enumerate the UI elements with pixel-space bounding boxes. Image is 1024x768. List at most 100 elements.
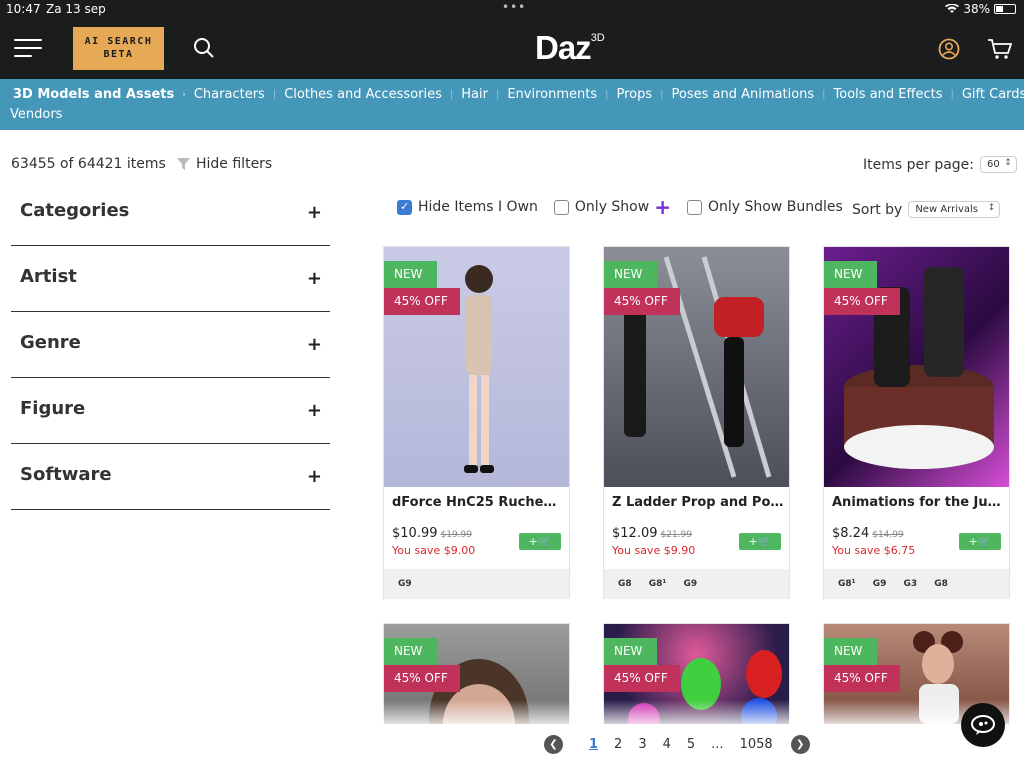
product-image[interactable]: NEW 45% OFF (384, 247, 569, 487)
page-number[interactable]: 5 (687, 737, 695, 752)
nav-item-poses-and-animations[interactable]: Poses and Animations (672, 87, 815, 102)
new-badge: NEW (604, 638, 657, 665)
hide-items-own-checkbox[interactable] (397, 199, 412, 215)
ai-search-beta: BETA (103, 49, 134, 60)
filter-title: Software (20, 464, 112, 485)
hide-filters-label: Hide filters (196, 156, 273, 172)
nav-item-props[interactable]: Props (616, 87, 652, 102)
page-number[interactable]: 3 (638, 737, 646, 752)
menu-icon[interactable] (14, 39, 42, 57)
nav-item-gift-cards[interactable]: Gift Cards (962, 87, 1024, 102)
discount-badge: 45% OFF (384, 288, 460, 315)
wifi-icon (945, 4, 960, 13)
new-badge: NEW (604, 261, 657, 288)
add-to-cart-button[interactable]: +🛒 (519, 533, 561, 550)
filter-title: Categories (20, 200, 130, 221)
filter-title: Figure (20, 398, 86, 419)
filter-title: Artist (20, 266, 77, 287)
only-show-bundles-option[interactable]: Only Show Bundles (686, 199, 843, 215)
chat-icon (971, 715, 995, 735)
filter-categories[interactable]: Categories + (11, 180, 330, 246)
product-card[interactable]: NEW 45% OFF Animations for the Jump... $… (823, 246, 1010, 599)
nav-divider: | (449, 89, 454, 100)
product-name[interactable]: Animations for the Jump... (832, 495, 1004, 510)
nav-item-characters[interactable]: Characters (194, 87, 265, 102)
nav-divider: | (822, 89, 826, 100)
battery-icon (994, 4, 1016, 14)
nav-item-3d-models-and-assets[interactable]: 3D Models and Assets (13, 87, 174, 102)
status-date: Za 13 sep (46, 2, 106, 16)
filter-icon (177, 158, 190, 170)
nav-divider: | (605, 89, 609, 100)
compatibility-tags: G8 G8¹ G9 (604, 569, 789, 599)
account-icon[interactable] (938, 38, 960, 60)
new-badge: NEW (824, 638, 877, 665)
page-number[interactable]: 2 (614, 737, 622, 752)
items-per-page-select[interactable]: 60 (980, 156, 1017, 173)
product-image[interactable]: NEW 45% OFF (604, 247, 789, 487)
nav-divider: | (950, 89, 954, 100)
search-icon[interactable] (193, 37, 215, 59)
compatibility-tags: G8¹ G9 G3 G8 (824, 569, 1009, 599)
filter-genre[interactable]: Genre + (11, 312, 330, 378)
daz3d-logo[interactable]: Daz3D (535, 29, 605, 67)
nav-divider: | (495, 89, 500, 100)
discount-badge: 45% OFF (604, 665, 680, 692)
expand-icon[interactable]: + (307, 466, 322, 487)
only-show-label: Only Show (574, 199, 650, 215)
breadcrumb-separator: › (182, 89, 186, 100)
only-show-plus-checkbox[interactable] (553, 199, 569, 215)
expand-icon[interactable]: + (307, 334, 322, 355)
sort-by-label: Sort by (852, 201, 903, 218)
compatibility-tags: G9 (384, 569, 569, 599)
hide-items-own-option[interactable]: Hide Items I Own (397, 199, 538, 215)
product-name[interactable]: dForce HnC25 Ruched P... (392, 495, 564, 510)
expand-icon[interactable]: + (307, 268, 322, 289)
page-number[interactable]: 1058 (740, 737, 773, 752)
items-per-page: Items per page: 60 (863, 156, 1017, 173)
discount-badge: 45% OFF (824, 665, 900, 692)
product-image[interactable]: NEW 45% OFF (824, 247, 1009, 487)
original-price: $19.99 (440, 530, 473, 540)
sort-by-select[interactable]: New Arrivals (908, 201, 1001, 218)
result-count: 63455 of 64421 items (11, 156, 166, 172)
cart-icon[interactable] (987, 38, 1013, 60)
filter-artist[interactable]: Artist + (11, 246, 330, 312)
original-price: $14.99 (872, 530, 904, 540)
new-badge: NEW (384, 638, 437, 665)
hide-filters-button[interactable]: Hide filters (177, 156, 272, 172)
product-card[interactable]: NEW 45% OFF dForce HnC25 Ruched P... $10… (383, 246, 570, 599)
add-to-cart-button[interactable]: +🛒 (959, 533, 1001, 550)
filter-software[interactable]: Software + (11, 444, 330, 510)
original-price: $21.99 (660, 530, 693, 540)
sort-by: Sort by New Arrivals (852, 201, 1001, 218)
filter-title: Genre (20, 332, 81, 353)
chat-support-button[interactable] (961, 703, 1005, 747)
nav-item-tools-and-effects[interactable]: Tools and Effects (834, 87, 943, 102)
page-number[interactable]: 4 (663, 737, 671, 752)
new-badge: NEW (824, 261, 877, 288)
nav-item-environments[interactable]: Environments (507, 87, 597, 102)
product-card[interactable]: NEW 45% OFF Z Ladder Prop and Poses... $… (603, 246, 790, 599)
filter-figure[interactable]: Figure + (11, 378, 330, 444)
status-bar: 10:47 Za 13 sep ••• 38% (0, 0, 1024, 18)
prev-page-icon[interactable]: ❮ (544, 735, 563, 754)
only-show-bundles-checkbox[interactable] (686, 199, 702, 215)
daz-plus-icon: + (654, 195, 671, 219)
only-show-plus-option[interactable]: Only Show + (553, 195, 671, 219)
discount-badge: 45% OFF (384, 665, 460, 692)
status-right: 38% (945, 2, 1016, 16)
product-name[interactable]: Z Ladder Prop and Poses... (612, 495, 784, 510)
expand-icon[interactable]: + (307, 400, 322, 421)
nav-item-hair[interactable]: Hair (461, 87, 488, 102)
next-page-icon[interactable]: ❯ (790, 735, 810, 754)
expand-icon[interactable]: + (307, 202, 322, 223)
nav-item-vendors[interactable]: Vendors (10, 107, 62, 122)
add-to-cart-button[interactable]: +🛒 (739, 533, 781, 550)
page-number[interactable]: 1 (589, 737, 598, 752)
nav-item-clothes-and-accessories[interactable]: Clothes and Accessories (284, 87, 442, 102)
hide-items-own-label: Hide Items I Own (418, 199, 538, 215)
multitasking-dots[interactable]: ••• (502, 0, 526, 14)
ai-search-button[interactable]: AI SEARCH BETA (73, 27, 164, 70)
product-price: $8.24 $14.99 (832, 526, 904, 541)
